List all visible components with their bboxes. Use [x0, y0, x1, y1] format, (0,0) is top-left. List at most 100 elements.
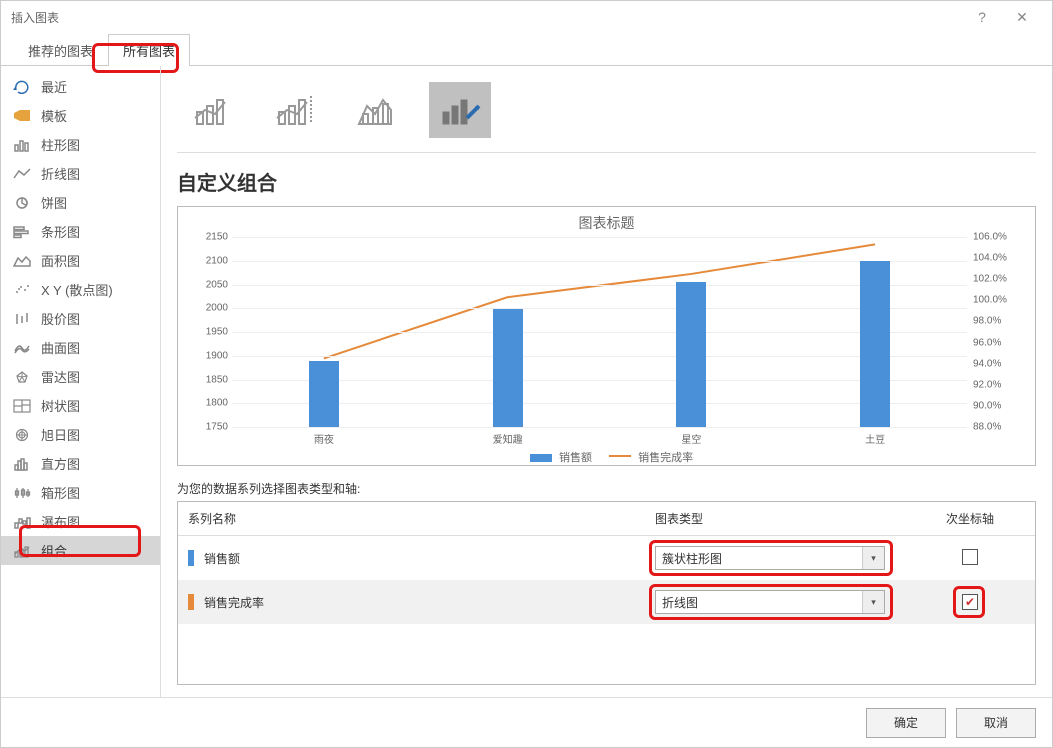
ok-button[interactable]: 确定	[866, 708, 946, 738]
series-name-label: 销售额	[204, 550, 240, 567]
combo-subtype-custom[interactable]	[429, 82, 491, 138]
bar	[309, 361, 339, 428]
dialog-footer: 确定 取消	[1, 697, 1052, 747]
y-axis-tick: 1900	[206, 350, 232, 361]
sidebar-item-label: 曲面图	[41, 338, 80, 357]
sidebar-item-label: 树状图	[41, 396, 80, 415]
combo-subtype-2[interactable]	[265, 82, 327, 138]
sidebar-item-label: 柱形图	[41, 135, 80, 154]
sidebar-item-label: 旭日图	[41, 425, 80, 444]
series-name-label: 销售完成率	[204, 594, 264, 611]
bar-icon	[13, 225, 31, 239]
legend-label-1: 销售额	[559, 452, 592, 464]
x-axis-label: 土豆	[865, 431, 885, 446]
y2-axis-tick: 92.0%	[967, 379, 1001, 390]
recent-icon	[13, 80, 31, 94]
sidebar-item-treemap[interactable]: 树状图	[1, 391, 160, 420]
stock-icon	[13, 312, 31, 326]
scatter-icon	[13, 283, 31, 297]
y-axis-tick: 1800	[206, 398, 232, 409]
config-prompt: 为您的数据系列选择图表类型和轴:	[177, 480, 1036, 497]
secondary-axis-checkbox-2[interactable]	[962, 594, 978, 610]
y2-axis-tick: 106.0%	[967, 232, 1007, 243]
boxplot-icon	[13, 486, 31, 500]
sidebar-item-scatter[interactable]: X Y (散点图)	[1, 275, 160, 304]
y2-axis-tick: 96.0%	[967, 337, 1001, 348]
bar	[493, 309, 523, 427]
sidebar-item-area[interactable]: 面积图	[1, 246, 160, 275]
dialog-body: 最近模板柱形图折线图饼图条形图面积图 X Y (散点图)股价图曲面图雷达图树状图旭…	[1, 66, 1052, 697]
sidebar-item-label: 瀑布图	[41, 512, 80, 531]
sidebar-item-histogram[interactable]: 直方图	[1, 449, 160, 478]
surface-icon	[13, 341, 31, 355]
y-axis-tick: 2000	[206, 303, 232, 314]
sidebar-item-label: 面积图	[41, 251, 80, 270]
insert-chart-dialog: 插入图表 ? ✕ 推荐的图表 所有图表 最近模板柱形图折线图饼图条形图面积图 X …	[0, 0, 1053, 748]
y2-axis-tick: 102.0%	[967, 274, 1007, 285]
sidebar-item-label: 最近	[41, 77, 67, 96]
series-table-header: 系列名称 图表类型 次坐标轴	[178, 502, 1035, 536]
series-config: 为您的数据系列选择图表类型和轴: 系列名称 图表类型 次坐标轴 销售额	[177, 480, 1036, 685]
series-type-dropdown-2[interactable]: 折线图 ▾	[655, 590, 885, 614]
y-axis-tick: 1750	[206, 422, 232, 433]
col-header-type: 图表类型	[655, 510, 915, 527]
col-header-name: 系列名称	[188, 510, 655, 527]
y2-axis-tick: 88.0%	[967, 422, 1001, 433]
sidebar-item-column[interactable]: 柱形图	[1, 130, 160, 159]
sidebar-item-bar[interactable]: 条形图	[1, 217, 160, 246]
y-axis-tick: 1950	[206, 327, 232, 338]
sidebar-item-stock[interactable]: 股价图	[1, 304, 160, 333]
sidebar-item-recent[interactable]: 最近	[1, 72, 160, 101]
sidebar-item-radar[interactable]: 雷达图	[1, 362, 160, 391]
secondary-axis-checkbox-1[interactable]	[962, 549, 978, 565]
cancel-button[interactable]: 取消	[956, 708, 1036, 738]
series-row: 销售额 簇状柱形图 ▾	[178, 536, 1035, 580]
sidebar-item-label: 折线图	[41, 164, 80, 183]
sidebar-item-waterfall[interactable]: 瀑布图	[1, 507, 160, 536]
sidebar-item-label: 模板	[41, 106, 67, 125]
chevron-down-icon: ▾	[862, 547, 884, 569]
sidebar-item-template[interactable]: 模板	[1, 101, 160, 130]
sidebar-item-label: 组合	[41, 541, 67, 560]
sidebar-item-label: 雷达图	[41, 367, 80, 386]
y2-axis-tick: 94.0%	[967, 358, 1001, 369]
combo-subtype-3[interactable]	[347, 82, 409, 138]
tab-strip: 推荐的图表 所有图表	[1, 33, 1052, 66]
chart-legend: 销售额 销售完成率	[188, 449, 1025, 465]
chart-category-sidebar: 最近模板柱形图折线图饼图条形图面积图 X Y (散点图)股价图曲面图雷达图树状图旭…	[1, 66, 161, 697]
bar	[860, 261, 890, 427]
y2-axis-tick: 104.0%	[967, 253, 1007, 264]
tab-recommended[interactable]: 推荐的图表	[13, 34, 108, 66]
combo-subtype-1[interactable]	[183, 82, 245, 138]
combo-subtype-row	[177, 78, 1036, 153]
y-axis-tick: 2150	[206, 232, 232, 243]
section-title: 自定义组合	[177, 167, 1036, 196]
series-table: 系列名称 图表类型 次坐标轴 销售额 簇状柱形图 ▾	[177, 501, 1036, 685]
y-axis-tick: 2050	[206, 279, 232, 290]
y2-axis-tick: 98.0%	[967, 316, 1001, 327]
sidebar-item-line[interactable]: 折线图	[1, 159, 160, 188]
histogram-icon	[13, 457, 31, 471]
treemap-icon	[13, 399, 31, 413]
col-header-axis: 次坐标轴	[915, 510, 1025, 527]
x-axis-label: 雨夜	[314, 431, 334, 446]
sidebar-item-pie[interactable]: 饼图	[1, 188, 160, 217]
sidebar-item-combo[interactable]: 组合	[1, 536, 160, 565]
radar-icon	[13, 370, 31, 384]
y2-axis-tick: 100.0%	[967, 295, 1007, 306]
bar	[676, 282, 706, 427]
series-type-dropdown-1[interactable]: 簇状柱形图 ▾	[655, 546, 885, 570]
help-button[interactable]: ?	[962, 9, 1002, 25]
titlebar: 插入图表 ? ✕	[1, 1, 1052, 33]
line-icon	[13, 167, 31, 181]
chart-preview: 图表标题 17501800185019001950200020502100215…	[177, 206, 1036, 466]
sidebar-item-label: 箱形图	[41, 483, 80, 502]
sidebar-item-boxplot[interactable]: 箱形图	[1, 478, 160, 507]
x-axis-label: 星空	[681, 431, 701, 446]
tab-all-charts[interactable]: 所有图表	[108, 34, 190, 66]
legend-label-2: 销售完成率	[638, 452, 693, 464]
sidebar-item-surface[interactable]: 曲面图	[1, 333, 160, 362]
close-button[interactable]: ✕	[1002, 9, 1042, 26]
sidebar-item-sunburst[interactable]: 旭日图	[1, 420, 160, 449]
series-swatch	[188, 594, 194, 610]
